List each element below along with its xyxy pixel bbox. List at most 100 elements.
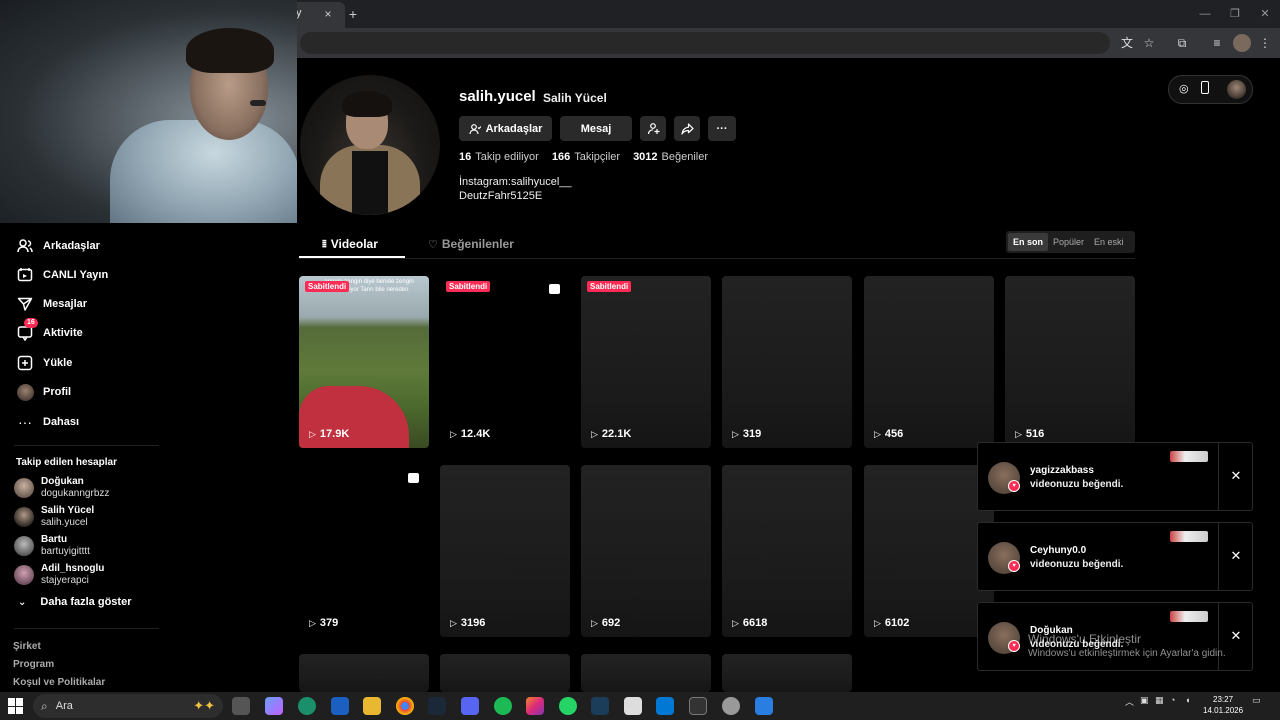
sidebar-item-live[interactable]: CANLI Yayın (16, 264, 108, 286)
followed-account[interactable]: Doğukan dogukanngrbzz (14, 475, 109, 501)
video-card[interactable]: Sabitlendi ▷ 12.4K (440, 276, 570, 448)
sort-latest[interactable]: En son (1008, 233, 1049, 251)
video-card[interactable] (299, 654, 429, 692)
followed-account[interactable]: Adil_hsnoglu stajyerapci (14, 562, 104, 588)
footer-link-program[interactable]: Program (13, 659, 54, 670)
video-card[interactable]: ▷ 456 (864, 276, 994, 448)
video-card[interactable] (440, 654, 570, 692)
copilot-icon[interactable] (265, 697, 283, 715)
device-icon[interactable] (1201, 81, 1209, 94)
video-card[interactable]: annem zengin diye benide zengin zannediy… (299, 276, 429, 448)
followed-account[interactable]: Bartu bartuyigitttt (14, 533, 90, 559)
browser-profile-avatar[interactable] (1233, 34, 1251, 52)
footer-link-company[interactable]: Şirket (13, 641, 41, 652)
app-icon[interactable] (722, 697, 740, 715)
video-card[interactable]: ▷ 319 (722, 276, 852, 448)
like-notification[interactable]: ♥ Ceyhuny0.0 videonuzu beğendi. ✕ (977, 522, 1253, 591)
video-card[interactable]: ▷ 692 (581, 465, 711, 637)
obs-icon[interactable] (689, 697, 707, 715)
taskbar-search[interactable]: ⌕ Ara ✦✦ (33, 694, 223, 718)
sidebar-item-friends[interactable]: Arkadaşlar (16, 235, 100, 257)
spotify-icon[interactable] (494, 697, 512, 715)
followed-account[interactable]: Salih Yücel salih.yucel (14, 504, 94, 530)
tray-chevron-icon[interactable]: ︿ (1125, 695, 1134, 708)
friends-button[interactable]: Arkadaşlar (459, 116, 552, 141)
like-notification[interactable]: ♥ yagizzakbass videonuzu beğendi. ✕ (977, 442, 1253, 511)
edge-icon[interactable] (298, 697, 316, 715)
close-icon[interactable]: ✕ (1228, 548, 1244, 564)
sort-oldest[interactable]: En eski (1089, 233, 1129, 251)
message-button[interactable]: Mesaj (560, 116, 632, 141)
stat-followers[interactable]: 166 Takipçiler (552, 151, 620, 163)
close-icon[interactable]: ✕ (1228, 468, 1244, 484)
view-count: 6102 (884, 617, 910, 629)
tab-videos[interactable]: ⦙⦙⦙ Videolar (322, 237, 378, 251)
video-card[interactable]: ▷ 6618 (722, 465, 852, 637)
video-card[interactable]: Sabitlendi ▷ 22.1K (581, 276, 711, 448)
sidebar-item-more[interactable]: ··· Dahası (16, 411, 79, 433)
discord-icon[interactable] (461, 697, 479, 715)
browser-menu-icon[interactable]: ⋮ (1256, 34, 1274, 52)
windows-start-icon[interactable] (8, 698, 24, 714)
translate-icon[interactable]: 文 (1118, 34, 1136, 52)
video-card[interactable]: ▷ 516 (1005, 276, 1135, 448)
search-icon: ⌕ (41, 698, 48, 713)
instagram-icon[interactable] (526, 697, 544, 715)
volume-icon[interactable]: ◖ (1185, 695, 1190, 705)
sidebar-item-upload[interactable]: Yükle (16, 352, 72, 374)
sidebar-item-activity[interactable]: 16 Aktivite (16, 318, 83, 344)
task-view-icon[interactable] (232, 697, 250, 715)
vscode-icon[interactable] (656, 697, 674, 715)
tab-liked[interactable]: ♡ Beğenilenler (428, 237, 514, 251)
sidebar-item-profile[interactable]: Profil (16, 381, 71, 403)
close-icon[interactable]: ✕ (1228, 628, 1244, 644)
compass-icon[interactable]: ◎ (1179, 82, 1189, 95)
address-bar[interactable] (300, 32, 1110, 54)
tray-app-icon[interactable]: ▦ (1155, 695, 1164, 706)
webcam-overlay (0, 0, 297, 223)
share-button[interactable] (674, 116, 700, 141)
video-card[interactable] (722, 654, 852, 692)
outlook-icon[interactable] (331, 697, 349, 715)
sort-popular[interactable]: Popüler (1048, 233, 1089, 251)
stat-following[interactable]: 16 Takip ediliyor (459, 151, 539, 163)
notification-divider (1218, 603, 1219, 670)
steam-icon[interactable] (428, 697, 446, 715)
play-icon: ▷ (309, 428, 316, 439)
webcam-person-body (110, 120, 297, 223)
play-icon: ▷ (450, 428, 457, 439)
add-friend-button[interactable] (640, 116, 666, 141)
app-icon[interactable] (755, 697, 773, 715)
chrome-icon[interactable] (396, 697, 414, 715)
network-icon[interactable]: ◔ (1170, 695, 1175, 705)
notification-video-thumb (1170, 531, 1208, 542)
close-window-icon[interactable]: ✕ (1250, 4, 1280, 24)
extensions-icon[interactable]: ⧉ (1173, 34, 1191, 52)
bookmark-star-icon[interactable]: ☆ (1140, 34, 1158, 52)
minimize-icon[interactable]: — (1190, 4, 1220, 24)
tab-close-icon[interactable]: × (320, 6, 336, 22)
stat-label: Beğeniler (661, 151, 709, 163)
reading-list-icon[interactable]: ≡ (1208, 34, 1226, 52)
notepad-icon[interactable] (624, 697, 642, 715)
left-sidebar: Arkadaşlar CANLI Yayın Mesajlar 16 Aktiv… (0, 223, 297, 692)
video-card[interactable]: ▷ 3196 (440, 465, 570, 637)
notifications-icon[interactable]: ▭ (1252, 695, 1261, 706)
tray-app-icon[interactable]: ▣ (1140, 695, 1149, 706)
video-card[interactable]: ▷ 6102 (864, 465, 994, 637)
video-card[interactable]: ▷ 379 (299, 465, 429, 637)
video-card[interactable] (581, 654, 711, 692)
new-tab-icon[interactable]: + (344, 5, 362, 23)
footer-link-terms[interactable]: Koşul ve Politikalar (13, 677, 105, 688)
taskbar-clock[interactable]: 23:27 14.01.2026 (1203, 694, 1243, 716)
activation-watermark-subtitle: Windows'u etkinleştirmek için Ayarlar'a … (1028, 648, 1226, 659)
restore-icon[interactable]: ❐ (1220, 4, 1250, 24)
more-options-button[interactable]: ··· (708, 116, 736, 141)
sidebar-item-messages[interactable]: Mesajlar (16, 293, 87, 315)
show-more-button[interactable]: ⌄ Daha fazla göster (18, 596, 131, 608)
whatsapp-icon[interactable] (559, 697, 577, 715)
avatar[interactable] (1227, 80, 1246, 99)
profile-avatar[interactable] (300, 75, 440, 215)
file-explorer-icon[interactable] (363, 697, 381, 715)
app-icon[interactable] (591, 697, 609, 715)
